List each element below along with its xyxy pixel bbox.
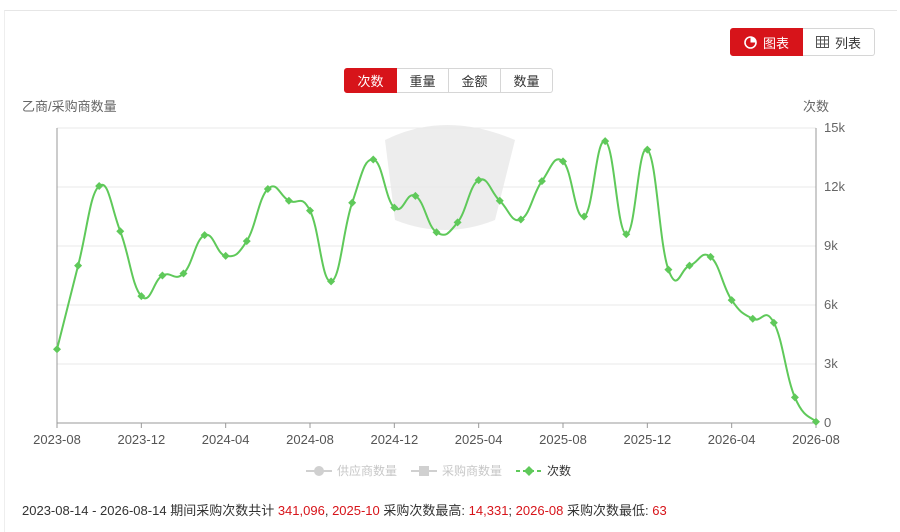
summary-max-value: 14,331	[468, 503, 509, 518]
summary-total-text: 期间采购次数共计	[170, 503, 275, 518]
legend-item-buyers[interactable]: 采购商数量	[411, 462, 502, 479]
legend-item-suppliers[interactable]: 供应商数量	[306, 462, 397, 479]
data-point	[74, 261, 83, 270]
data-point	[306, 206, 314, 215]
legend-label: 供应商数量	[337, 464, 398, 478]
summary-max-period: 2025-10	[332, 503, 380, 518]
x-tick-label: 2024-04	[202, 432, 250, 447]
y-tick-label: 3k	[824, 356, 838, 371]
x-tick-label: 2024-08	[286, 432, 334, 447]
x-tick-label: 2023-12	[117, 432, 165, 447]
y-tick-label: 6k	[824, 297, 838, 312]
summary-line: 2023-08-14 - 2026-08-14 期间采购次数共计 341,096…	[22, 503, 667, 518]
data-point	[116, 227, 125, 236]
summary-min-period: 2026-08	[515, 503, 564, 518]
data-point	[221, 251, 230, 260]
x-tick-label: 2023-08	[33, 432, 81, 447]
data-point	[790, 393, 799, 402]
series-line	[56, 140, 817, 423]
y-tick-label: 0	[824, 415, 831, 430]
summary-range: 2023-08-14 - 2026-08-14	[22, 503, 167, 518]
legend-label: 采购商数量	[442, 464, 503, 478]
legend-circle-marker-icon	[306, 465, 332, 476]
y-tick-label: 12k	[824, 179, 845, 194]
data-point	[748, 314, 757, 323]
y-tick-label: 9k	[824, 238, 838, 253]
legend-item-count[interactable]: 次数	[516, 462, 571, 479]
x-tick-label: 2024-12	[370, 432, 418, 447]
x-tick-label: 2025-12	[623, 432, 671, 447]
x-tick-label: 2025-08	[539, 432, 587, 447]
data-point	[664, 265, 673, 274]
x-tick-label: 2026-08	[792, 432, 840, 447]
x-tick-label: 2026-04	[708, 432, 756, 447]
summary-min-value: 63	[652, 503, 667, 518]
summary-total-value: 341,096	[277, 503, 325, 518]
legend-square-marker-icon	[411, 465, 438, 476]
data-point	[53, 345, 61, 354]
chart-legend: 供应商数量 采购商数量 次数	[306, 462, 571, 479]
data-point	[348, 198, 357, 207]
x-tick-label: 2025-04	[455, 432, 503, 447]
legend-diamond-marker-icon	[516, 465, 543, 476]
summary-max-text: 采购次数最高:	[383, 503, 466, 518]
legend-label: 次数	[547, 464, 572, 478]
line-chart: 0 3k 6k 9k 12k 15k 2023-08 2023-12 2024-04 2024-0…	[33, 120, 845, 447]
summary-min-text: 采购次数最低:	[567, 503, 649, 518]
y-tick-label: 15k	[824, 120, 845, 135]
